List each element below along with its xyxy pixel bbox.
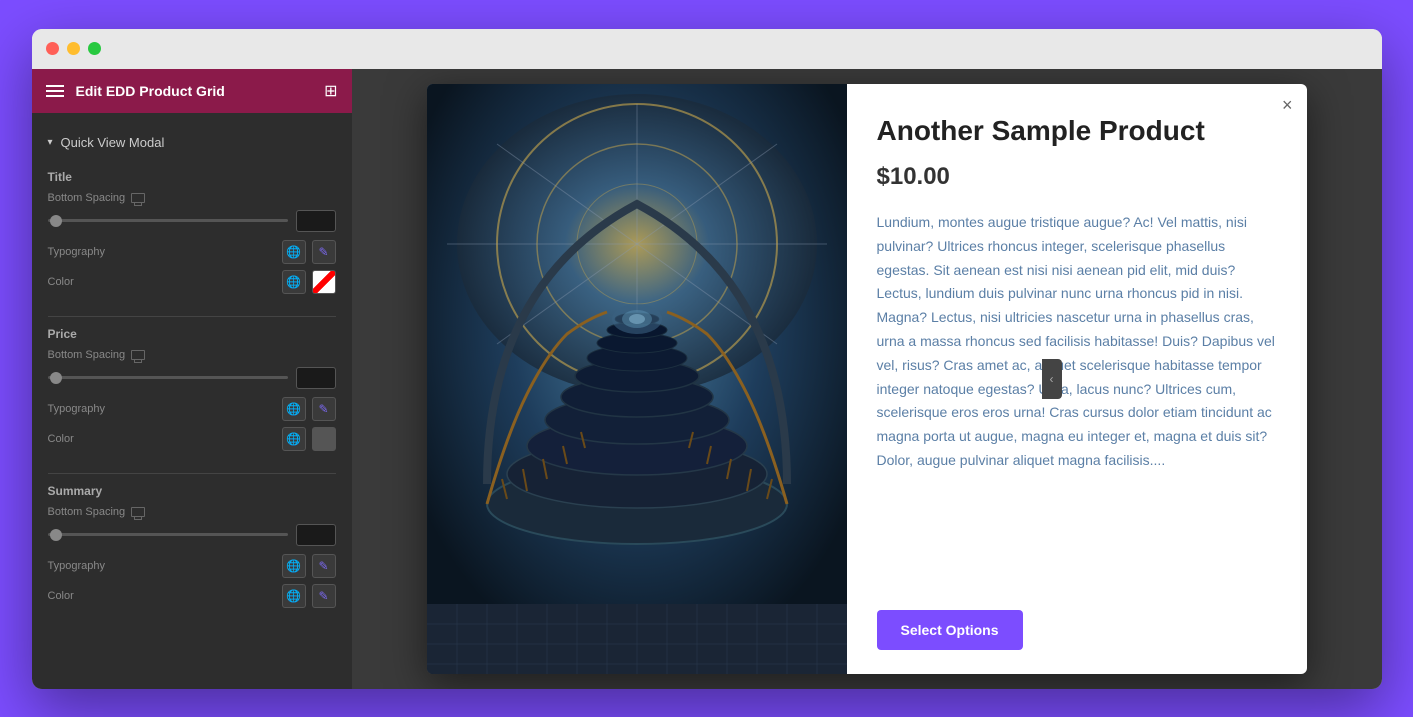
- minimize-button[interactable]: [67, 42, 80, 55]
- title-section-label: Title: [48, 170, 336, 184]
- product-modal: ×: [427, 84, 1307, 674]
- sidebar-title: Edit EDD Product Grid: [76, 83, 313, 99]
- product-info: Another Sample Product $10.00 Lundium, m…: [847, 84, 1307, 674]
- price-typography-label: Typography: [48, 403, 105, 415]
- summary-color-edit-icon[interactable]: ✎: [312, 584, 336, 608]
- staircase-illustration: [427, 84, 847, 674]
- titlebar: [32, 29, 1382, 69]
- price-spacing-slider-row: [48, 367, 336, 389]
- summary-color-label: Color: [48, 590, 74, 602]
- close-button[interactable]: [46, 42, 59, 55]
- main-content: ‹ ×: [352, 69, 1382, 689]
- divider-2: [48, 473, 336, 474]
- price-spacing-thumb: [50, 372, 62, 384]
- product-title: Another Sample Product: [877, 114, 1277, 148]
- title-spacing-slider[interactable]: [48, 219, 288, 222]
- titlebar-buttons: [46, 42, 101, 55]
- title-typography-edit-icon[interactable]: ✎: [312, 240, 336, 264]
- quick-view-modal-label: Quick View Modal: [61, 135, 165, 150]
- product-image-placeholder: [427, 84, 847, 674]
- summary-typography-row: Typography 🌐 ✎: [48, 554, 336, 578]
- title-color-label: Color: [48, 276, 74, 288]
- title-typography-label: Typography: [48, 246, 105, 258]
- price-typography-edit-icon[interactable]: ✎: [312, 397, 336, 421]
- summary-bottom-spacing-label: Bottom Spacing: [48, 506, 146, 518]
- price-color-globe-icon[interactable]: 🌐: [282, 427, 306, 451]
- summary-color-row: Color 🌐 ✎: [48, 584, 336, 608]
- hamburger-icon[interactable]: [46, 85, 64, 97]
- grid-icon[interactable]: ⊞: [324, 81, 337, 101]
- price-color-swatch[interactable]: [312, 427, 336, 451]
- summary-spacing-thumb: [50, 529, 62, 541]
- title-typography-row: Typography 🌐 ✎: [48, 240, 336, 264]
- price-spacing-slider[interactable]: [48, 376, 288, 379]
- title-color-globe-icon[interactable]: 🌐: [282, 270, 306, 294]
- monitor-icon[interactable]: [131, 193, 145, 203]
- arrow-down-icon: ▾: [48, 137, 53, 148]
- maximize-button[interactable]: [88, 42, 101, 55]
- product-price: $10.00: [877, 163, 1277, 191]
- summary-spacing-slider[interactable]: [48, 533, 288, 536]
- title-color-row: Color 🌐: [48, 270, 336, 294]
- price-section-label: Price: [48, 327, 336, 341]
- summary-monitor-icon[interactable]: [131, 507, 145, 517]
- summary-color-icons: 🌐 ✎: [282, 584, 336, 608]
- summary-typography-icons: 🌐 ✎: [282, 554, 336, 578]
- title-color-icons: 🌐: [282, 270, 336, 294]
- summary-typography-globe-icon[interactable]: 🌐: [282, 554, 306, 578]
- sidebar-header: Edit EDD Product Grid ⊞: [32, 69, 352, 113]
- title-bottom-spacing-row: Bottom Spacing: [48, 192, 336, 204]
- title-spacing-slider-row: [48, 210, 336, 232]
- product-image: [427, 84, 847, 674]
- summary-section: Summary Bottom Spacing: [32, 484, 352, 626]
- title-spacing-input[interactable]: [296, 210, 336, 232]
- price-color-row: Color 🌐: [48, 427, 336, 451]
- quick-view-modal-header[interactable]: ▾ Quick View Modal: [32, 125, 352, 160]
- price-bottom-spacing-label: Bottom Spacing: [48, 349, 146, 361]
- collapse-toggle[interactable]: ‹: [1042, 359, 1062, 399]
- title-typography-icons: 🌐 ✎: [282, 240, 336, 264]
- modal-close-button[interactable]: ×: [1282, 96, 1293, 114]
- summary-section-label: Summary: [48, 484, 336, 498]
- summary-bottom-spacing-row: Bottom Spacing: [48, 506, 336, 518]
- title-spacing-thumb: [50, 215, 62, 227]
- app-window: Edit EDD Product Grid ⊞ ▾ Quick View Mod…: [32, 29, 1382, 689]
- title-bottom-spacing-label: Bottom Spacing: [48, 192, 146, 204]
- summary-typography-edit-icon[interactable]: ✎: [312, 554, 336, 578]
- divider-1: [48, 316, 336, 317]
- select-options-button[interactable]: Select Options: [877, 610, 1023, 650]
- price-typography-globe-icon[interactable]: 🌐: [282, 397, 306, 421]
- title-section: Title Bottom Spacing T: [32, 170, 352, 312]
- title-color-swatch[interactable]: [312, 270, 336, 294]
- price-monitor-icon[interactable]: [131, 350, 145, 360]
- price-color-icons: 🌐: [282, 427, 336, 451]
- title-typography-globe-icon[interactable]: 🌐: [282, 240, 306, 264]
- price-typography-row: Typography 🌐 ✎: [48, 397, 336, 421]
- summary-color-globe-icon[interactable]: 🌐: [282, 584, 306, 608]
- price-bottom-spacing-row: Bottom Spacing: [48, 349, 336, 361]
- sidebar: Edit EDD Product Grid ⊞ ▾ Quick View Mod…: [32, 69, 352, 689]
- summary-spacing-slider-row: [48, 524, 336, 546]
- price-spacing-input[interactable]: [296, 367, 336, 389]
- price-typography-icons: 🌐 ✎: [282, 397, 336, 421]
- price-section: Price Bottom Spacing T: [32, 327, 352, 469]
- app-body: Edit EDD Product Grid ⊞ ▾ Quick View Mod…: [32, 69, 1382, 689]
- sidebar-content: ▾ Quick View Modal Title Bottom Spacing: [32, 113, 352, 689]
- price-color-label: Color: [48, 433, 74, 445]
- summary-spacing-input[interactable]: [296, 524, 336, 546]
- summary-typography-label: Typography: [48, 560, 105, 572]
- product-description: Lundium, montes augue tristique augue? A…: [877, 211, 1277, 585]
